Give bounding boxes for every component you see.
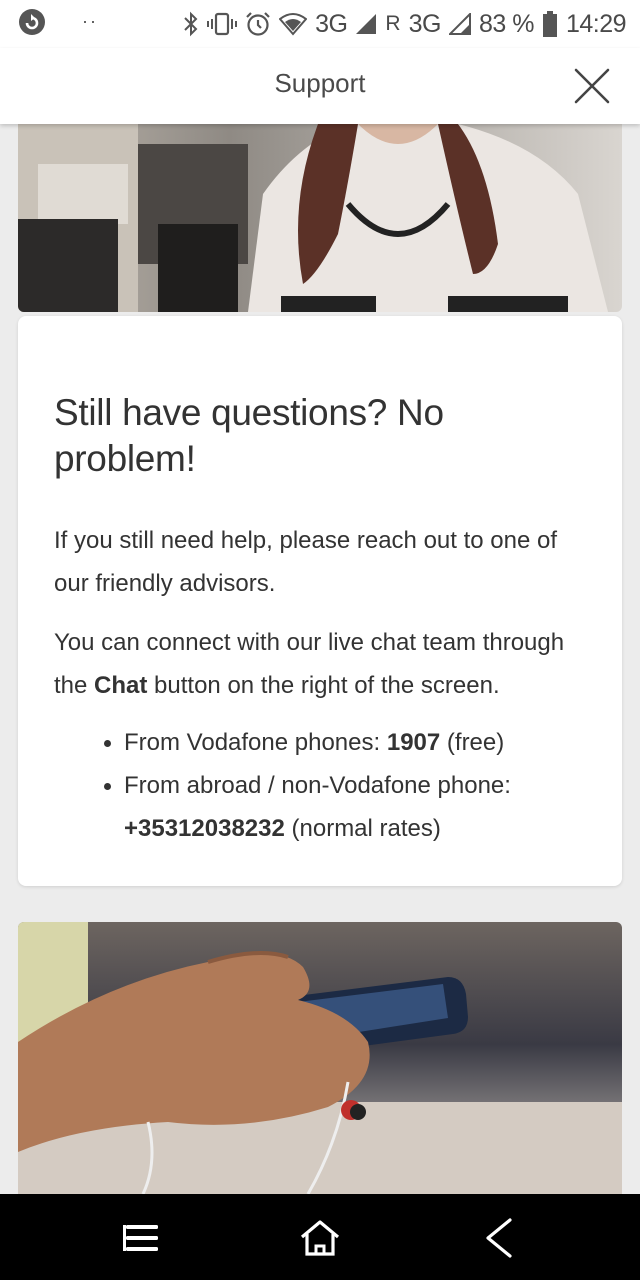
hero-image-top	[18, 124, 622, 312]
home-icon	[300, 1220, 340, 1256]
clock: 14:29	[565, 9, 627, 38]
hero-image-bottom	[18, 922, 622, 1194]
signal-icon	[448, 13, 471, 35]
card-title: Still have questions? No problem!	[54, 392, 444, 479]
app-header: Support	[0, 48, 640, 124]
close-button[interactable]	[572, 66, 612, 106]
network-type-2: 3G	[408, 9, 442, 38]
contact-label: From Vodafone phones:	[124, 729, 387, 756]
list-item: From abroad / non-Vodafone phone: +35312…	[104, 764, 588, 850]
help-paragraph: If you still need help, please reach out…	[54, 527, 558, 597]
network-type-1: 3G	[315, 9, 348, 38]
contact-note: (normal rates)	[284, 815, 441, 842]
battery-percent: 83 %	[478, 9, 534, 38]
status-bar: ·· 3G R 3G 83 % 14:29	[0, 0, 640, 48]
back-icon	[486, 1218, 512, 1258]
alarm-icon	[245, 11, 271, 37]
close-icon	[574, 68, 610, 104]
wifi-icon	[279, 12, 308, 36]
page-title: Support	[274, 68, 366, 98]
roaming-indicator: R	[385, 12, 401, 35]
contact-label: From abroad / non-Vodafone phone:	[124, 772, 511, 799]
list-item: From Vodafone phones: 1907 (free)	[104, 721, 588, 764]
support-card: Still have questions? No problem! If you…	[18, 316, 622, 886]
home-button[interactable]	[298, 1216, 342, 1260]
vibrate-icon	[207, 12, 238, 36]
system-nav-bar	[0, 1194, 640, 1280]
contact-note: (free)	[440, 729, 505, 756]
back-button[interactable]	[476, 1216, 520, 1260]
bluetooth-icon	[183, 11, 199, 37]
phone-number-link[interactable]: +35312038232	[124, 815, 285, 842]
menu-button[interactable]	[120, 1216, 164, 1260]
chat-keyword: Chat	[94, 672, 148, 699]
battery-icon	[542, 11, 558, 37]
contact-list: From Vodafone phones: 1907 (free) From a…	[54, 721, 588, 850]
sync-icon	[18, 8, 46, 41]
menu-icon	[123, 1225, 158, 1251]
chat-text-after: button on the right of the screen.	[147, 672, 500, 699]
notification-dots: ··	[82, 11, 98, 31]
signal-icon	[355, 13, 377, 35]
chat-paragraph: You can connect with our live chat team …	[54, 621, 588, 707]
phone-number-link[interactable]: 1907	[387, 729, 440, 756]
